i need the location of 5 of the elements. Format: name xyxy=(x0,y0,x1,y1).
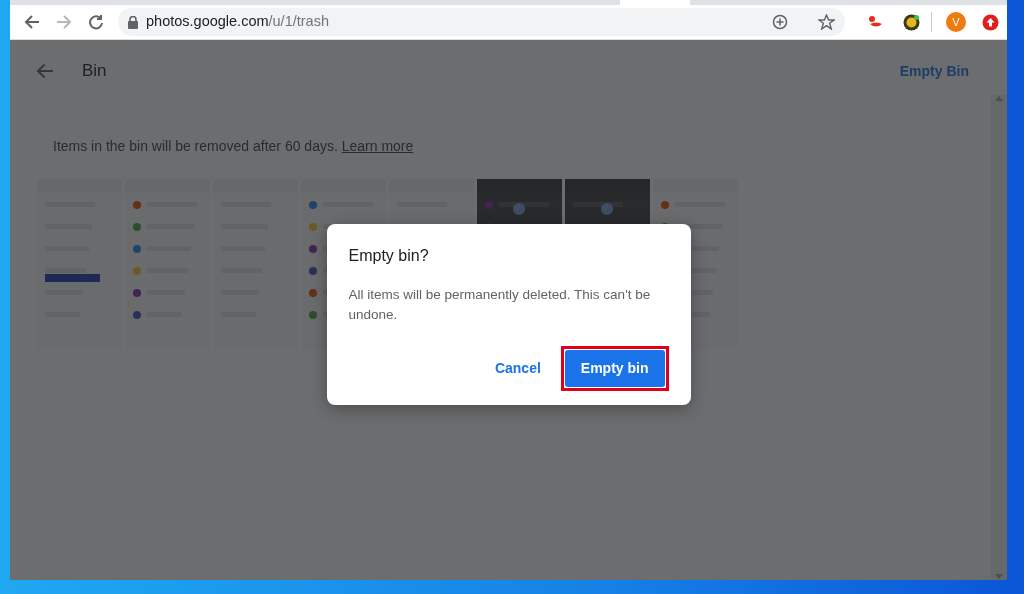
url-text: photos.google.com/u/1/trash xyxy=(146,12,329,32)
page-title: Bin xyxy=(82,60,107,83)
dialog-message: All items will be permanently deleted. This can't be undone. xyxy=(348,286,652,324)
dialog-title: Empty bin? xyxy=(348,246,430,266)
notice-text: Items in the bin will be removed after 60 days. Learn more xyxy=(53,137,415,156)
